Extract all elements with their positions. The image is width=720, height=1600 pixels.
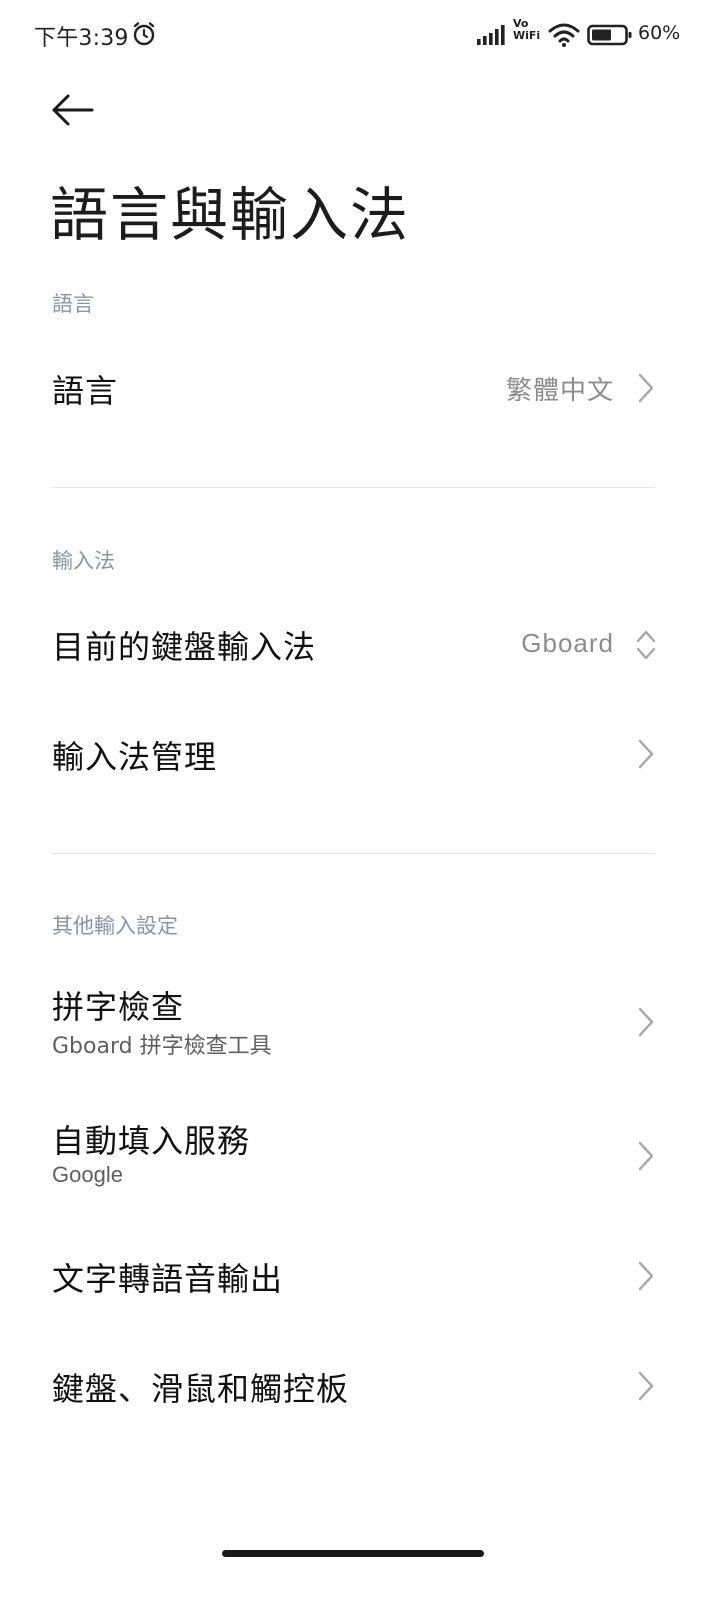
current-keyboard-title: 目前的鍵盤輸入法	[52, 628, 317, 666]
text-to-speech-title: 文字轉語音輸出	[52, 1260, 284, 1298]
battery-percentage: 60%	[638, 22, 681, 44]
status-bar: 下午3:39 Vo WiFi 60%	[0, 0, 720, 68]
language-row-value: 繁體中文	[505, 376, 614, 406]
back-button[interactable]	[44, 88, 100, 132]
chevron-right-icon	[638, 1261, 654, 1291]
spell-check-subtitle: Gboard 拼字檢查工具	[52, 1034, 272, 1059]
keyboard-mouse-touchpad-row[interactable]: 鍵盤、滑鼠和觸控板	[0, 1336, 720, 1440]
home-indicator[interactable]	[222, 1550, 484, 1557]
vowifi-indicator: Vo WiFi	[513, 18, 545, 48]
status-time: 下午3:39	[34, 26, 129, 51]
up-down-chevron-icon	[636, 630, 656, 660]
back-arrow-icon	[52, 94, 94, 126]
spell-check-title: 拼字檢查	[52, 988, 185, 1026]
chevron-right-icon	[638, 1141, 654, 1171]
text-to-speech-row[interactable]: 文字轉語音輸出	[0, 1226, 720, 1330]
autofill-service-row[interactable]: 自動填入服務 Google	[0, 1098, 720, 1216]
vowifi-label-wifi: WiFi	[513, 29, 541, 42]
divider	[51, 487, 655, 488]
chevron-right-icon	[638, 1007, 654, 1037]
keyboard-mouse-touchpad-title: 鍵盤、滑鼠和觸控板	[52, 1370, 350, 1408]
input-method-management-title: 輸入法管理	[52, 738, 218, 776]
autofill-service-subtitle: Google	[52, 1162, 123, 1187]
signal-icon	[477, 25, 505, 45]
chevron-right-icon	[638, 739, 654, 769]
section-header-other-input: 其他輸入設定	[52, 914, 178, 938]
language-row[interactable]: 語言 繁體中文	[0, 336, 720, 440]
spell-check-row[interactable]: 拼字檢查 Gboard 拼字檢查工具	[0, 964, 720, 1082]
current-keyboard-row[interactable]: 目前的鍵盤輸入法 Gboard	[0, 592, 720, 696]
battery-icon	[587, 24, 632, 46]
section-header-input-method: 輸入法	[52, 549, 115, 573]
divider	[51, 853, 655, 854]
autofill-service-title: 自動填入服務	[52, 1122, 251, 1160]
current-keyboard-value: Gboard	[521, 628, 614, 658]
language-row-title: 語言	[52, 372, 119, 410]
page-title: 語言與輸入法	[50, 181, 411, 249]
wifi-icon	[548, 23, 580, 47]
section-header-language: 語言	[52, 292, 94, 316]
chevron-right-icon	[638, 1371, 654, 1401]
chevron-right-icon	[638, 373, 654, 403]
input-method-management-row[interactable]: 輸入法管理	[0, 700, 720, 804]
alarm-icon	[133, 22, 155, 46]
